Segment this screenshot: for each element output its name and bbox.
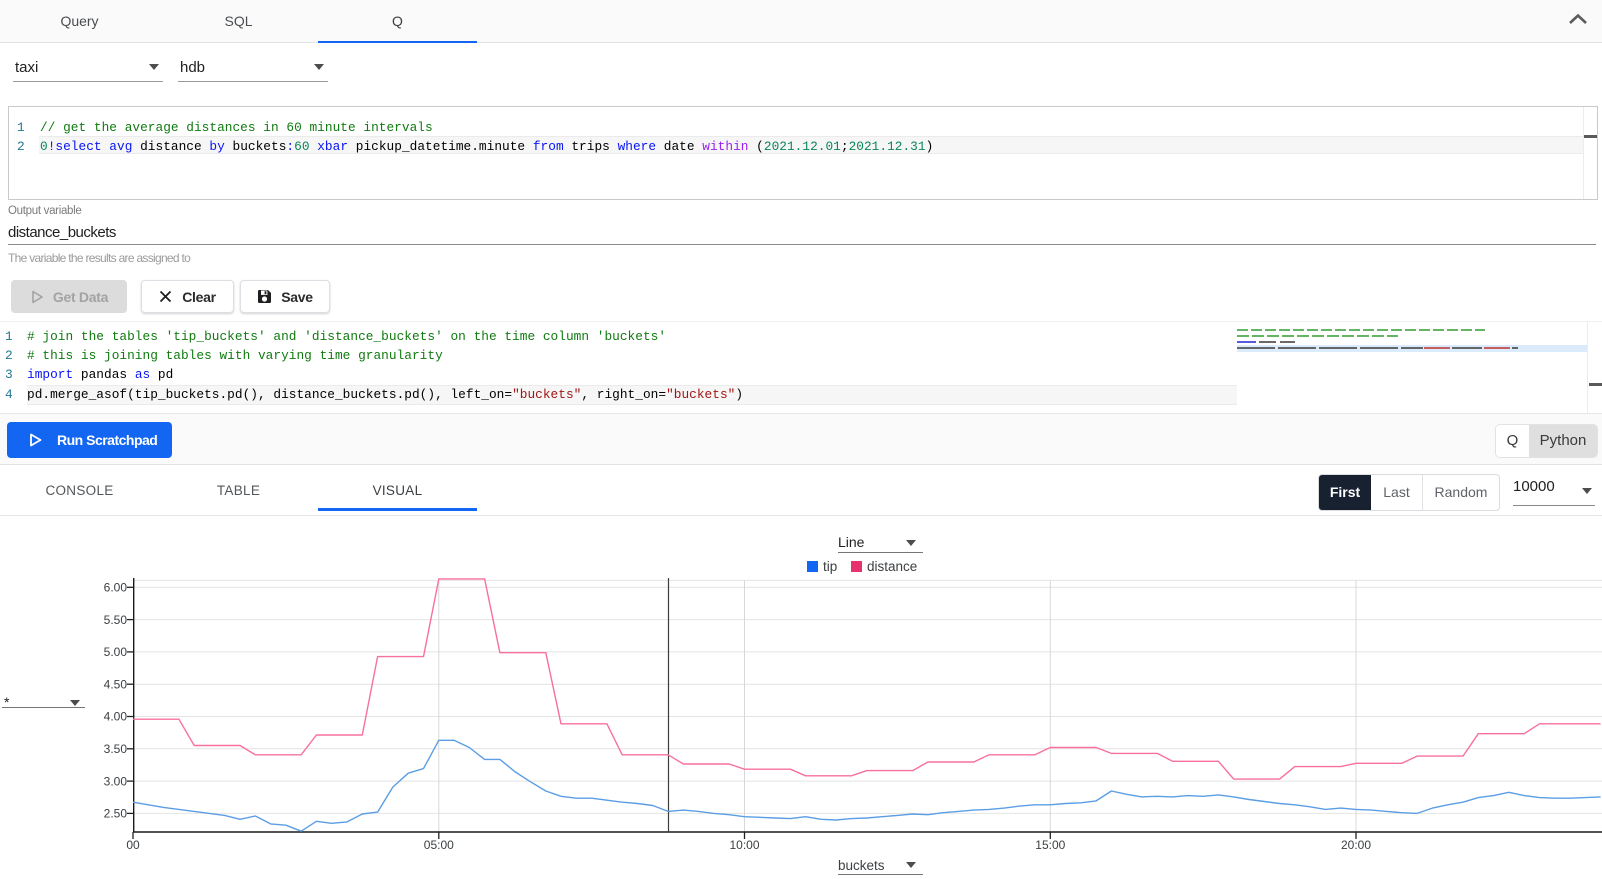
svg-text:05:00: 05:00 xyxy=(424,838,454,852)
svg-text:5.00: 5.00 xyxy=(104,645,128,659)
svg-text:4.00: 4.00 xyxy=(104,710,128,724)
svg-text:20:00: 20:00 xyxy=(1341,838,1371,852)
svg-text:3.50: 3.50 xyxy=(104,742,128,756)
svg-text:00: 00 xyxy=(126,838,140,852)
svg-text:5.50: 5.50 xyxy=(104,613,128,627)
svg-text:3.00: 3.00 xyxy=(104,774,128,788)
svg-text:10:00: 10:00 xyxy=(729,838,759,852)
svg-text:6.00: 6.00 xyxy=(104,581,128,595)
svg-text:15:00: 15:00 xyxy=(1035,838,1065,852)
svg-text:2.50: 2.50 xyxy=(104,807,128,821)
svg-text:4.50: 4.50 xyxy=(104,677,128,691)
